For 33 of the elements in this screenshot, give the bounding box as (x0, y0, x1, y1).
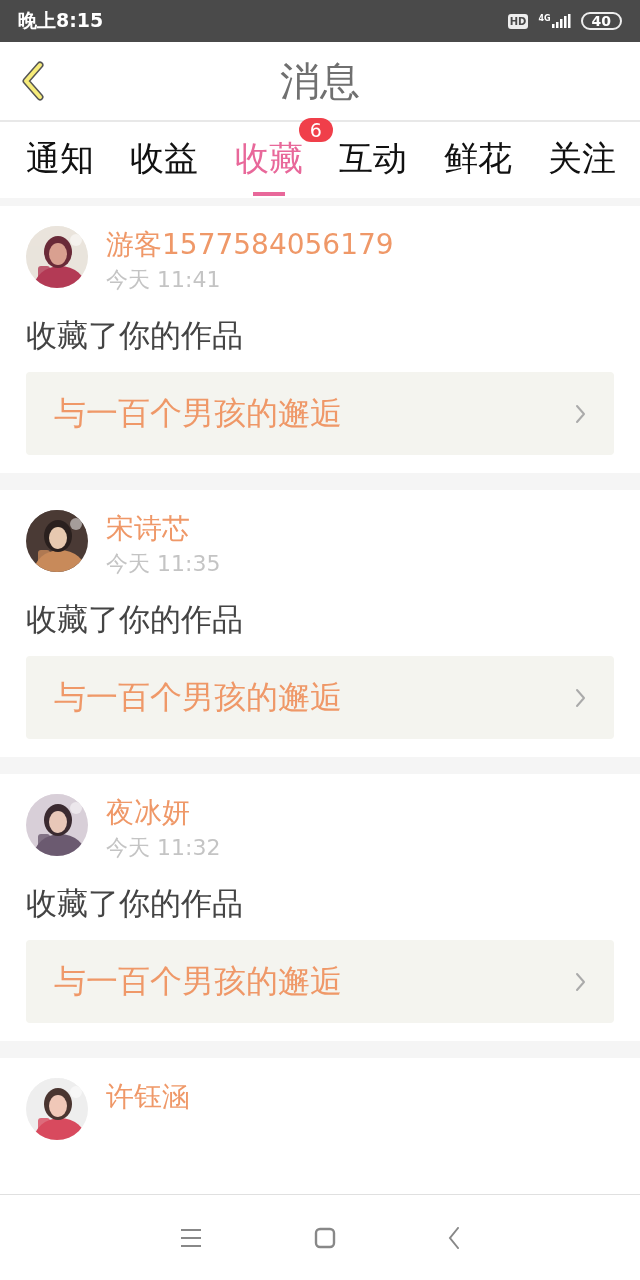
network-label: 4G (538, 14, 551, 23)
home-icon[interactable] (314, 1226, 336, 1249)
back-icon[interactable] (448, 1226, 460, 1249)
tab-indicator (252, 192, 285, 196)
user-name[interactable]: 宋诗芯 (106, 509, 221, 549)
work-link[interactable]: 与一百个男孩的邂逅 (26, 656, 614, 739)
message-time: 今天 11:35 (106, 550, 221, 578)
clock-time: 晚上8:15 (18, 8, 104, 33)
user-name[interactable]: 许钰涵 (106, 1077, 190, 1117)
message-text: 收藏了你的作品 (26, 600, 244, 639)
user-name[interactable]: 夜冰妍 (106, 793, 221, 833)
back-icon[interactable] (20, 61, 46, 101)
tab[interactable]: 互动 (339, 122, 408, 198)
message-time: 今天 11:32 (106, 834, 221, 862)
tab[interactable]: 鲜花 (443, 122, 512, 198)
chevron-icon (575, 971, 586, 992)
chevron-icon (575, 687, 586, 708)
message-text: 收藏了你的作品 (26, 884, 244, 923)
user-name[interactable]: 游客1577584056179 (106, 225, 394, 265)
work-link[interactable]: 与一百个男孩的邂逅 (26, 372, 614, 455)
tab[interactable]: 关注 (547, 122, 616, 198)
work-link[interactable]: 与一百个男孩的邂逅 (26, 940, 614, 1023)
page-title: 消息 (280, 56, 360, 106)
chevron-icon (575, 403, 586, 424)
battery-level: 40 (580, 12, 622, 30)
signal-icon (551, 14, 571, 28)
tab[interactable]: 通知 (26, 122, 94, 198)
message-text: 收藏了你的作品 (26, 316, 244, 355)
count-badge: 6 (298, 118, 333, 142)
menu-icon[interactable] (180, 1227, 202, 1248)
message-time: 今天 11:41 (106, 266, 222, 294)
hd-badge: HD (507, 13, 529, 29)
tab[interactable]: 收益 (130, 122, 199, 198)
